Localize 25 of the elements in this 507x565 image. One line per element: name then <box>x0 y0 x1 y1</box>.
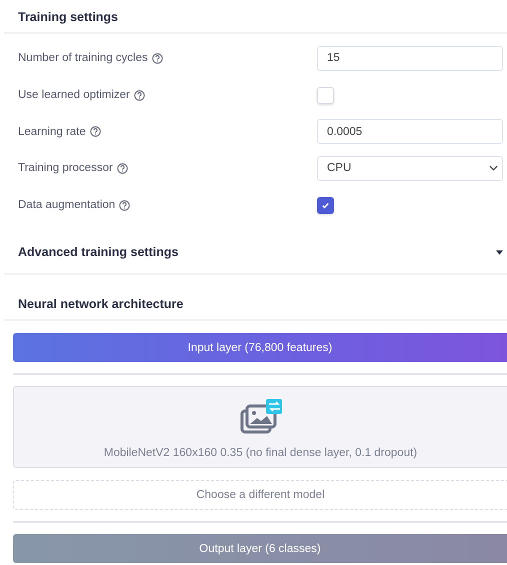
field-label: Use learned optimizer <box>18 89 130 102</box>
caret-icon[interactable] <box>496 250 503 255</box>
select-field[interactable]: CPU <box>317 156 503 181</box>
input-field[interactable]: 0.0005 <box>317 119 503 144</box>
help-icon[interactable] <box>90 126 101 138</box>
input-field[interactable]: 15 <box>317 46 503 71</box>
field-label: Training processor <box>18 162 113 174</box>
input-layer-bar: Input layer (76,800 features) <box>13 333 507 362</box>
help-icon[interactable] <box>152 52 163 64</box>
chevron-icon <box>489 165 498 172</box>
checkbox[interactable] <box>317 196 334 214</box>
section-title[interactable]: Advanced training settings <box>18 245 178 260</box>
output-layer-bar: Output layer (6 classes) <box>13 534 507 564</box>
help-icon[interactable] <box>134 90 145 101</box>
section-title: Training settings <box>18 10 118 24</box>
model-name: MobileNetV2 160x160 0.35 (no final dense layer, 0.1 dropout) <box>104 447 418 460</box>
choose-model-button[interactable]: Choose a different model <box>13 480 507 510</box>
help-icon[interactable] <box>116 162 128 174</box>
images-icon <box>238 399 282 436</box>
field-label: Data augmentation <box>18 199 116 212</box>
field-label: Learning rate <box>18 126 86 138</box>
help-icon[interactable] <box>119 200 130 211</box>
field-label: Number of training cycles <box>18 52 148 64</box>
section-title: Neural network architecture <box>18 297 184 312</box>
check-icon <box>321 200 330 210</box>
